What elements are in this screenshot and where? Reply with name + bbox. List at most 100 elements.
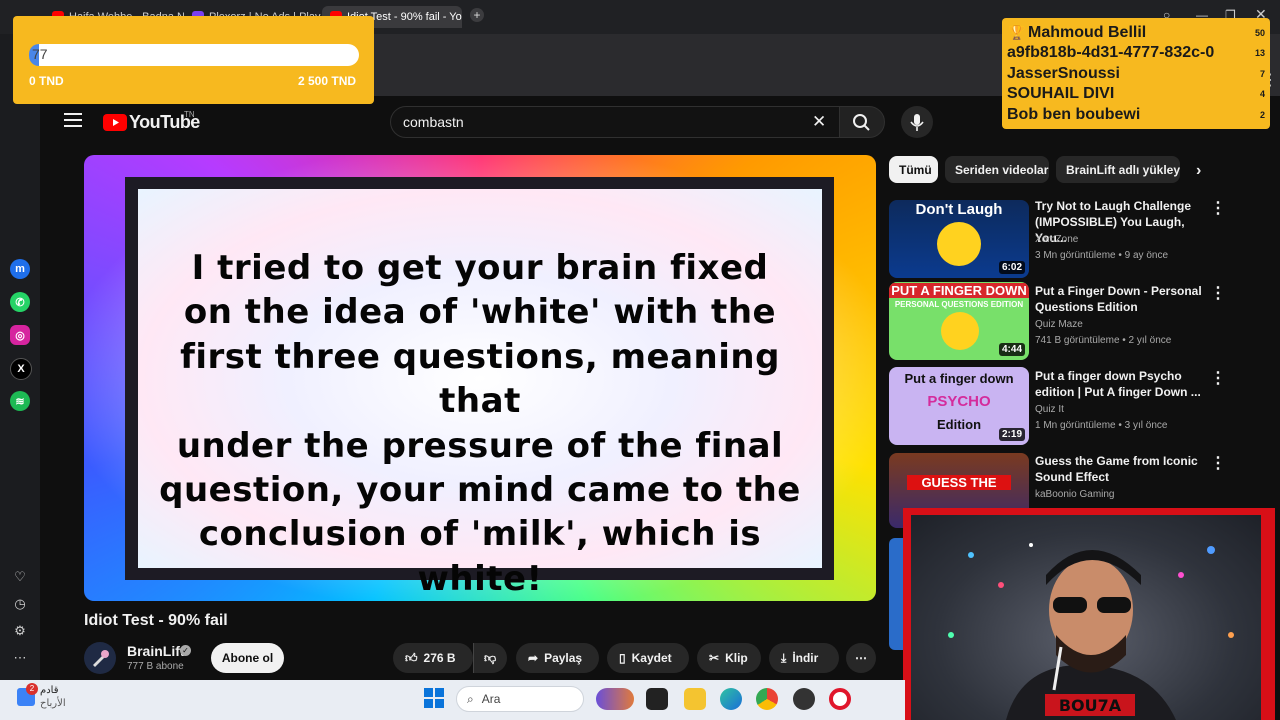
recommendation-meta: 1 Mn görüntüleme • 3 yıl önce [1035,420,1168,431]
windows-start-icon[interactable] [424,688,444,708]
search-button[interactable] [839,106,885,138]
donation-progress-bar [29,44,359,66]
video-duration: 2:19 [998,428,1025,441]
download-label: İndir [792,651,819,665]
more-dots-icon[interactable]: ⋯ [11,649,29,667]
dislike-button[interactable]: 👎︎ [473,643,507,673]
settings-gear-icon[interactable]: ⚙ [11,622,29,640]
recommendation-channel[interactable]: Quiz It [1035,404,1064,415]
thumbnail-caption: Don't Laugh [915,201,1003,218]
save-button[interactable]: ▯ Kaydet [607,643,689,673]
donor-name: JasserSnoussi [1007,65,1120,82]
region-code: TN [184,110,195,119]
recommendation-meta: 741 B görüntüleme • 2 yıl önce [1035,335,1172,346]
search-highlight-icon[interactable] [596,688,634,710]
donation-amount-value: 77 [32,46,48,62]
recommendation-thumbnail[interactable]: Don't Laugh 6:02 [889,200,1029,278]
donor-name: SOUHAIL DIVI [1007,85,1115,102]
subscriber-count: 777 B abone [127,661,184,672]
notification-badge: 2 [26,683,38,695]
clip-button[interactable]: ✂ Klip [697,643,761,673]
share-button[interactable]: ➦ Paylaş [516,643,599,673]
donor-score: 7 [1259,69,1265,79]
donor-score: 50 [1254,28,1265,38]
chrome-browser-icon[interactable] [756,688,778,710]
recommendation-title[interactable]: Guess the Game from Iconic Sound Effect [1035,453,1205,485]
more-actions-button[interactable]: ⋯ [846,643,876,673]
channel-avatar[interactable] [84,642,116,674]
spotify-icon[interactable]: ≋ [10,391,30,411]
steam-app-icon[interactable] [793,688,815,710]
leaderboard-row: Bob ben boubewi 2 [1007,105,1265,125]
recommendation-thumbnail[interactable]: PUT A FINGER DOWN PERSONAL QUESTIONS EDI… [889,282,1029,360]
chevron-right-icon[interactable]: › [1196,162,1201,180]
leaderboard-row: JasserSnoussi 7 [1007,64,1265,84]
download-button[interactable]: ⤓ İndir [769,643,839,673]
voice-search-button[interactable] [901,106,933,138]
video-duration: 4:44 [998,343,1025,356]
widget-title: قادم [40,685,59,696]
recommendation-channel[interactable]: XomZone [1035,234,1078,245]
verified-check-icon: ✓ [180,645,191,656]
donation-min-label: 0 TND [29,74,64,88]
chip-uploader[interactable]: BrainLift adlı yükleyici [1056,156,1180,183]
instagram-icon[interactable]: ◎ [10,325,30,345]
video-overlay-text: I tried to get your brain fixed on the i… [140,246,820,601]
like-button[interactable]: 👍︎ 276 B [393,643,473,673]
taskbar-search-label: Ara [481,692,501,706]
recommendation-thumbnail[interactable]: Put a finger down PSYCHO Edition 2:19 [889,367,1029,445]
kebab-menu-icon[interactable]: ⋮ [1210,453,1226,473]
leaderboard-row: Mahmoud Bellil 50 [1007,23,1265,43]
taskbar-search[interactable]: ⌕ Ara [456,686,584,712]
leaderboard-row: a9fb818b-4d31-4777-832c-0 13 [1007,43,1265,63]
recommendation-meta: 3 Mn görüntüleme • 9 ay önce [1035,250,1169,261]
opera-gx-icon[interactable] [829,688,851,710]
streamer-figure-icon [948,543,1234,720]
task-view-icon[interactable] [646,688,668,710]
thumbs-up-icon: 👍︎ [405,650,418,665]
messenger-icon[interactable]: m [10,259,30,279]
edge-browser-icon[interactable] [720,688,742,710]
overlay-line: under the pressure of the final [176,425,784,466]
chip-all[interactable]: Tümü [889,156,938,183]
file-explorer-icon[interactable] [684,688,706,710]
subscribe-button[interactable]: Abone ol [211,643,284,673]
laughing-emoji-icon [937,222,981,266]
channel-name[interactable]: BrainLift [127,643,185,659]
youtube-logo-icon[interactable] [103,114,127,131]
donor-name: Mahmoud Bellil [1028,24,1147,41]
bookmark-icon: ▯ [619,651,626,665]
video-title: Idiot Test - 90% fail [84,612,228,629]
donor-name: Bob ben boubewi [1007,106,1141,123]
widget-subtitle: الأرباح [40,698,66,709]
kebab-menu-icon[interactable]: ⋮ [1210,283,1226,303]
search-input[interactable]: combastn [403,114,464,130]
donor-score: 4 [1259,89,1265,99]
history-clock-icon[interactable]: ◷ [11,595,29,613]
thumbnail-subcaption: PERSONAL QUESTIONS EDITION [894,300,1024,309]
recommendation-title[interactable]: Put a finger down Psycho edition | Put A… [1035,368,1205,400]
recommendation-channel[interactable]: kaBoonio Gaming [1035,489,1115,500]
clear-search-icon[interactable]: ✕ [812,112,826,132]
chip-series[interactable]: Seriden videolar [945,156,1049,183]
heart-icon[interactable]: ♡ [11,568,29,586]
recommendation-title[interactable]: Put a Finger Down - Personal Questions E… [1035,283,1205,315]
thumbnail-caption: Put a finger down [904,371,1014,386]
hamburger-menu-icon[interactable] [64,112,82,128]
thumbnail-caption: GUESS THE [907,475,1011,490]
share-arrow-icon: ➦ [528,651,539,665]
overlay-line: first three questions, meaning that [180,336,780,422]
search-icon [853,114,870,131]
new-tab-plus-icon[interactable]: + [470,8,484,22]
kebab-menu-icon[interactable]: ⋮ [1210,198,1226,218]
overlay-line: I tried to get your brain fixed [191,248,769,288]
scissors-icon: ✂ [709,651,720,665]
recommendation-channel[interactable]: Quiz Maze [1035,319,1083,330]
webcam-name-label: BOU7A [1045,694,1135,716]
clip-label: Klip [725,651,748,665]
kebab-menu-icon[interactable]: ⋮ [1210,368,1226,388]
x-twitter-icon[interactable]: X [10,358,32,380]
whatsapp-icon[interactable]: ✆ [10,292,30,312]
search-icon: ⌕ [467,691,474,706]
overlay-line: conclusion of 'milk', which is white! [198,514,762,599]
